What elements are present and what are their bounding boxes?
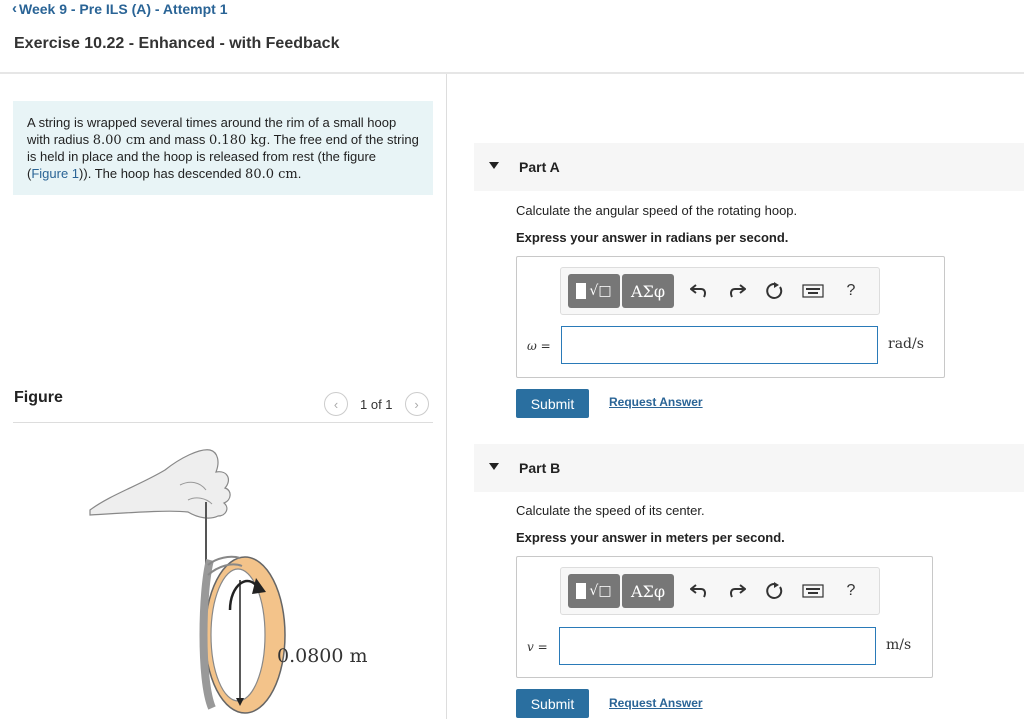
reset-button[interactable] (756, 574, 794, 608)
keyboard-button[interactable] (794, 574, 832, 608)
chevron-left-icon: ‹ (12, 0, 17, 17)
chevron-right-icon: › (414, 396, 419, 412)
problem-text-4: )). The hoop has descended (79, 165, 246, 181)
part-b-instruction: Express your answer in meters per second… (516, 530, 785, 545)
previous-figure-button[interactable]: ‹ (324, 392, 348, 416)
back-link-label: Week 9 - Pre ILS (A) - Attempt 1 (19, 0, 228, 17)
templates-button[interactable]: √□ (568, 574, 620, 608)
part-a-answer-box: √□ ΑΣφ ? ω = rad/s (516, 256, 945, 378)
undo-icon (690, 284, 706, 298)
radius-value: 8.00 cm (92, 132, 146, 148)
part-b-math-toolbar: √□ ΑΣφ ? (560, 567, 880, 615)
mass-value: 0.180 kg (209, 132, 267, 148)
templates-icon (576, 583, 587, 599)
part-b-answer-input[interactable] (559, 627, 876, 665)
hoop-figure: 0.0800 m (89, 449, 368, 714)
undo-button[interactable] (680, 274, 718, 308)
figure-link[interactable]: Figure 1 (31, 166, 79, 181)
hoop-illustration (199, 555, 286, 714)
help-button[interactable]: ? (832, 574, 870, 608)
column-divider (446, 74, 447, 719)
redo-icon (730, 584, 746, 598)
part-a-answer-input[interactable] (561, 326, 878, 364)
part-b-unit-label: m/s (886, 637, 912, 653)
templates-icon (576, 283, 587, 299)
part-b-variable-label: v = (527, 640, 548, 654)
page-title: Exercise 10.22 - Enhanced - with Feedbac… (14, 35, 340, 52)
keyboard-icon (802, 584, 824, 598)
greek-symbols-button[interactable]: ΑΣφ (622, 574, 674, 608)
undo-icon (690, 584, 706, 598)
caret-down-icon (489, 162, 499, 169)
part-a-title: Part A (519, 159, 560, 175)
part-a-request-answer-link[interactable]: Request Answer (609, 395, 703, 409)
part-b-request-answer-link[interactable]: Request Answer (609, 696, 703, 710)
reset-button[interactable] (756, 274, 794, 308)
part-a-variable-label: ω = (527, 339, 551, 353)
radius-dimension-label: 0.0800 m (277, 645, 368, 667)
keyboard-icon (802, 284, 824, 298)
figure-page-count: 1 of 1 (360, 396, 393, 412)
problem-text-2: and mass (145, 131, 210, 147)
help-button[interactable]: ? (832, 274, 870, 308)
hand-illustration (89, 449, 231, 519)
part-a-submit-button[interactable]: Submit (516, 389, 589, 418)
part-a-question: Calculate the angular speed of the rotat… (516, 203, 798, 218)
part-a-header[interactable]: Part A (474, 143, 1024, 191)
problem-statement: A string is wrapped several times around… (13, 101, 433, 195)
next-figure-button[interactable]: › (404, 392, 429, 416)
redo-button[interactable] (718, 274, 756, 308)
part-b-header[interactable]: Part B (474, 444, 1024, 492)
back-link[interactable]: ‹ Week 9 - Pre ILS (A) - Attempt 1 (12, 0, 227, 17)
part-a-math-toolbar: √□ ΑΣφ ? (560, 267, 880, 315)
descent-value: 80.0 cm (245, 166, 298, 182)
part-b-question: Calculate the speed of its center. (516, 503, 705, 518)
header-divider (0, 72, 1024, 74)
part-b-title: Part B (519, 460, 561, 476)
reset-icon (766, 282, 783, 299)
undo-button[interactable] (680, 574, 718, 608)
reset-icon (766, 582, 783, 599)
radical-icon: √□ (589, 283, 612, 299)
chevron-left-icon: ‹ (333, 396, 339, 412)
part-a-instruction: Express your answer in radians per secon… (516, 230, 789, 245)
caret-down-icon (489, 463, 499, 470)
redo-icon (730, 284, 746, 298)
part-b-submit-button[interactable]: Submit (516, 689, 589, 718)
part-a-unit-label: rad/s (888, 336, 924, 352)
greek-symbols-button[interactable]: ΑΣφ (622, 274, 674, 308)
problem-text-5: . (297, 165, 302, 181)
figure-heading: Figure (14, 389, 63, 406)
templates-button[interactable]: √□ (568, 274, 620, 308)
redo-button[interactable] (718, 574, 756, 608)
radical-icon: √□ (589, 583, 612, 599)
keyboard-button[interactable] (794, 274, 832, 308)
figure-pager: ‹ 1 of 1 › (324, 392, 429, 416)
part-b-answer-box: √□ ΑΣφ ? v = m/s (516, 556, 933, 678)
figure-divider (13, 422, 433, 423)
